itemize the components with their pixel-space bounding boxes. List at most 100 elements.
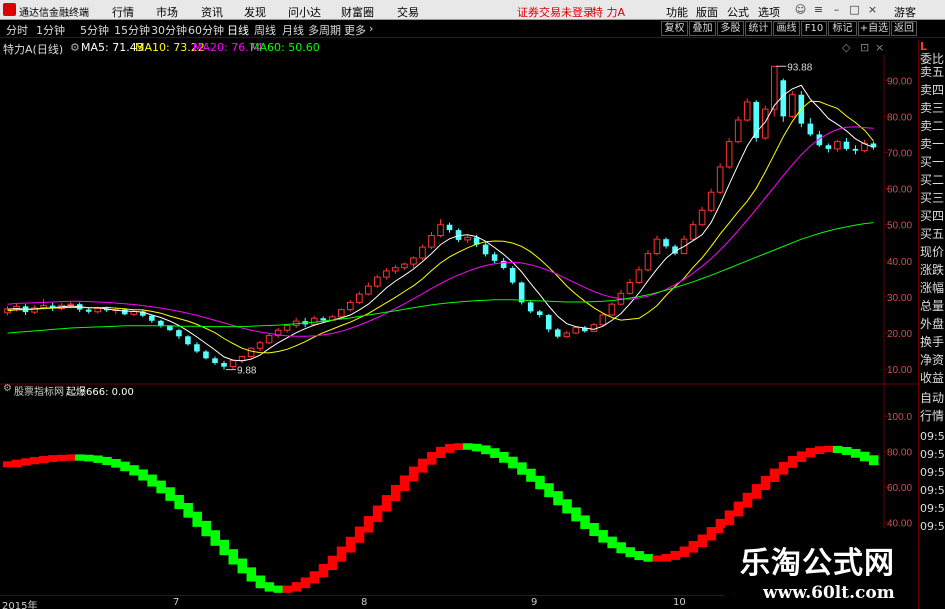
oscillator-step bbox=[760, 475, 771, 491]
oscillator-step bbox=[526, 468, 536, 482]
guest-label[interactable]: 游客 bbox=[894, 4, 916, 20]
timeframe-intraday[interactable]: 分时 bbox=[6, 22, 28, 38]
candle-body-down bbox=[482, 244, 489, 255]
panel-item-auto[interactable]: 自动 bbox=[920, 392, 944, 405]
oscillator-step bbox=[562, 499, 572, 514]
indicator-source: 股票指标网 bbox=[14, 387, 64, 398]
oscillator-step bbox=[490, 448, 500, 458]
candle-body-down bbox=[518, 282, 525, 303]
menu-icon[interactable]: ≡ bbox=[812, 3, 825, 16]
menu-market-quotes[interactable]: 行情 bbox=[112, 4, 134, 20]
oscillator-step bbox=[111, 459, 121, 468]
candle-body-down bbox=[491, 254, 498, 261]
close-icon[interactable]: × bbox=[866, 3, 879, 16]
settings-gear-icon[interactable]: ⚙ bbox=[70, 41, 80, 54]
login-status[interactable]: 证券交易未登录 bbox=[517, 4, 594, 20]
minimize-icon[interactable]: – bbox=[830, 3, 843, 16]
title-bar: 通达信金融终端 行情 市场 资讯 发现 问小达 财富圈 交易 证券交易未登录 特… bbox=[0, 0, 945, 20]
menu-market[interactable]: 市场 bbox=[156, 4, 178, 20]
indicator-gear-icon[interactable]: ⚙ bbox=[3, 383, 12, 394]
user-icon[interactable]: ☺ bbox=[794, 3, 807, 16]
candle-body-down bbox=[536, 311, 543, 315]
candle-body-up bbox=[265, 335, 273, 344]
menu-layout[interactable]: 版面 bbox=[696, 4, 718, 20]
oscillator-step bbox=[228, 549, 239, 565]
maximize-icon[interactable]: □ bbox=[848, 3, 861, 16]
oscillator-step bbox=[273, 585, 284, 593]
more-chevron-icon[interactable]: › bbox=[369, 22, 373, 35]
oscillator-step bbox=[327, 555, 338, 571]
candle-body-down bbox=[527, 302, 534, 312]
oscillator-step bbox=[165, 487, 175, 501]
menu-news[interactable]: 资讯 bbox=[201, 4, 223, 20]
period-toolbar: 分时 1分钟 5分钟 15分钟 30分钟 60分钟 日线 周线 月线 多周期 更… bbox=[0, 20, 945, 38]
menu-ask[interactable]: 问小达 bbox=[288, 4, 321, 20]
panel-restore-icon[interactable]: ⊡ bbox=[860, 41, 869, 54]
candle-body-up bbox=[789, 94, 796, 117]
draw-button[interactable]: 画线 bbox=[773, 21, 800, 36]
candle-body-up bbox=[40, 305, 47, 309]
menu-wealth[interactable]: 财富圈 bbox=[341, 4, 374, 20]
oscillator-step bbox=[823, 445, 834, 453]
quote-side-panel: L 委比 卖五 卖四 卖三 卖二 卖一 买一 买二 买三 买四 买五 现价 涨跌… bbox=[918, 40, 945, 609]
panel-item-outer: 外盘 bbox=[920, 317, 945, 331]
panel-item-sell5: 卖五 bbox=[920, 65, 945, 79]
oscillator-step bbox=[445, 443, 455, 453]
oscillator-axis: 100.080.0060.0040.00 bbox=[884, 412, 912, 529]
candle-body-up bbox=[410, 257, 417, 265]
menu-trade[interactable]: 交易 bbox=[397, 4, 419, 20]
multi-stock-button[interactable]: 多股 bbox=[717, 21, 744, 36]
oscillator-step bbox=[264, 582, 275, 592]
oscillator-step bbox=[282, 585, 293, 593]
candle-body-down bbox=[825, 145, 832, 149]
price-tick-label: 70.00 bbox=[887, 149, 912, 160]
timeframe-5min[interactable]: 5分钟 bbox=[80, 22, 109, 38]
candle-body-up bbox=[401, 263, 408, 269]
menu-options[interactable]: 选项 bbox=[758, 4, 780, 20]
oscillator-step bbox=[147, 474, 157, 487]
adjust-button[interactable]: 复权 bbox=[661, 21, 688, 36]
panel-item-sell4: 卖四 bbox=[920, 83, 945, 97]
timeframe-daily[interactable]: 日线 bbox=[227, 22, 249, 38]
timeframe-30min[interactable]: 30分钟 bbox=[151, 22, 187, 38]
timeframe-monthly[interactable]: 月线 bbox=[282, 22, 304, 38]
panel-option-icon[interactable]: ◇ bbox=[842, 41, 850, 54]
panel-item-quote[interactable]: 行情 bbox=[920, 410, 944, 423]
oscillator-step bbox=[390, 484, 401, 502]
stats-button[interactable]: 统计 bbox=[745, 21, 772, 36]
osc-tick-label: 80.00 bbox=[887, 448, 912, 459]
menu-functions[interactable]: 功能 bbox=[666, 4, 688, 20]
menu-discover[interactable]: 发现 bbox=[244, 4, 266, 20]
panel-item-change: 涨跌 bbox=[920, 263, 945, 277]
candle-body-up bbox=[653, 238, 661, 255]
timeframe-weekly[interactable]: 周线 bbox=[254, 22, 276, 38]
candle-body-up bbox=[734, 119, 742, 143]
overlay-button[interactable]: 叠加 bbox=[689, 21, 716, 36]
app-name: 通达信金融终端 bbox=[19, 8, 89, 19]
f10-button[interactable]: F10 bbox=[801, 21, 827, 36]
tick-time-5: 09:53 bbox=[920, 502, 945, 515]
add-watchlist-button[interactable]: +自选 bbox=[858, 21, 890, 36]
kline-chart[interactable]: 90.00 80.00 70.00 60.00 50.00 40.00 30.00 20.00… bbox=[0, 55, 918, 595]
candle-body-up bbox=[572, 327, 580, 334]
tick-time-4: 09:52 bbox=[920, 484, 945, 497]
candle-body-up bbox=[716, 166, 724, 193]
candle-body-down bbox=[194, 344, 200, 352]
timeframe-multi[interactable]: 多周期 bbox=[308, 22, 341, 38]
oscillator-step bbox=[39, 455, 49, 464]
timeframe-15min[interactable]: 15分钟 bbox=[114, 22, 150, 38]
oscillator-step bbox=[571, 507, 581, 522]
panel-close-icon[interactable]: × bbox=[875, 41, 884, 54]
timeframe-more[interactable]: 更多 bbox=[344, 22, 366, 38]
oscillator-step bbox=[580, 515, 590, 529]
timeframe-60min[interactable]: 60分钟 bbox=[188, 22, 224, 38]
watermark-title: 乐淘公式网 bbox=[740, 546, 895, 581]
back-button[interactable]: 返回 bbox=[891, 21, 917, 36]
mark-button[interactable]: 标记 bbox=[828, 21, 857, 36]
candle-body-down bbox=[500, 260, 507, 269]
menu-formula[interactable]: 公式 bbox=[727, 4, 749, 20]
chart-grid bbox=[0, 55, 918, 595]
candle-body-up bbox=[437, 224, 444, 237]
timeframe-1min[interactable]: 1分钟 bbox=[36, 22, 65, 38]
candle-body-up bbox=[464, 236, 471, 241]
